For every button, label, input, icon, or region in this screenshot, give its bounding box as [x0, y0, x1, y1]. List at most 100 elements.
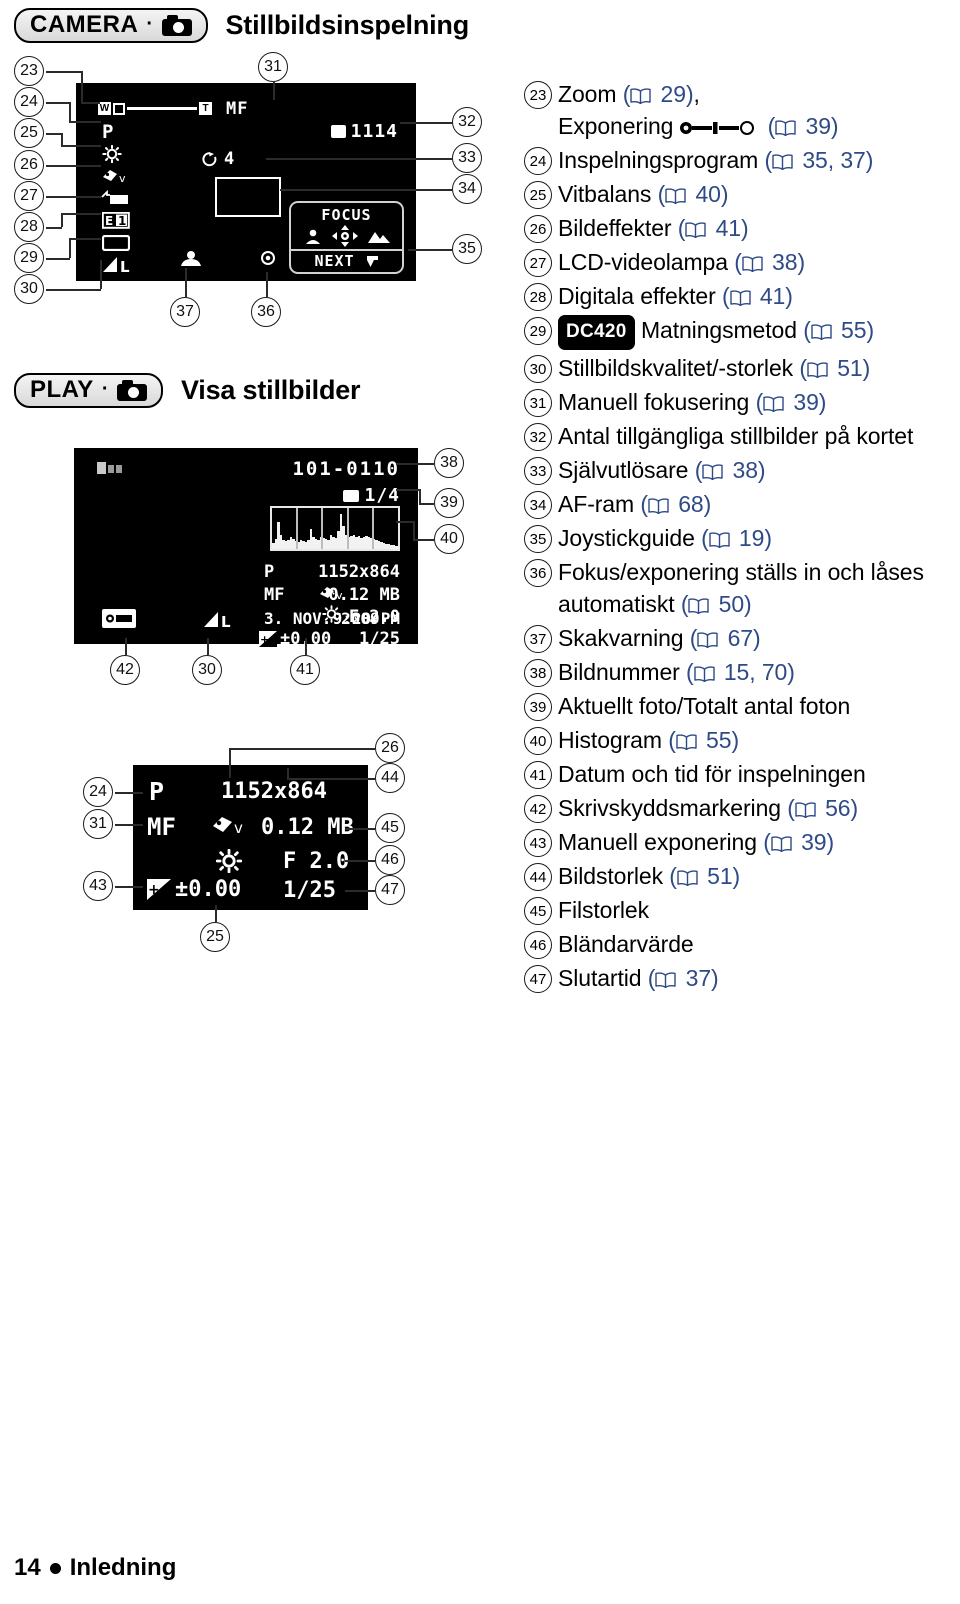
svg-text:E: E — [105, 214, 113, 228]
detail-exposure-comp-indicator: + ±0.00 — [147, 877, 241, 902]
legend-item-text: Bländarvärde — [558, 928, 694, 960]
legend-item-text: Självutlösare ( 38) — [558, 454, 766, 486]
manual-book-icon — [648, 490, 669, 515]
legend-item-label: Bländarvärde — [558, 931, 694, 957]
marker-24: 24 — [14, 87, 44, 117]
legend-item-text: AF-ram ( 68) — [558, 488, 711, 520]
svg-text:v: v — [119, 172, 126, 185]
badge-separator-dot: · — [146, 13, 154, 35]
legend-item-label: Joystickguide — [558, 525, 695, 551]
legend-item: 34 AF-ram ( 68) — [524, 488, 954, 520]
legend-item: 31 Manuell fokusering ( 39) — [524, 386, 954, 418]
legend-item: 43 Manuell exponering ( 39) — [524, 826, 954, 858]
image-number: 101-0110 — [292, 458, 400, 480]
legend-item-label: Skakvarning — [558, 625, 684, 651]
legend-item-text: Vitbalans ( 40) — [558, 178, 729, 210]
white-balance-icon — [102, 145, 122, 163]
manual-book-icon — [742, 248, 763, 273]
svg-text:L: L — [221, 613, 231, 629]
page-reference: ( 38) — [694, 457, 766, 483]
playback-shutter: 1/25 — [359, 629, 400, 649]
marker-23: 23 — [14, 56, 44, 86]
legend-item-label: Vitbalans — [558, 181, 652, 207]
legend-item: 30 Stillbildskvalitet/-storlek ( 51) — [524, 352, 954, 384]
page-reference: ( 35, 37) — [764, 147, 874, 173]
manual-book-icon — [676, 726, 697, 751]
detail-image-effect-icon: v — [213, 817, 243, 837]
histogram-division — [349, 508, 375, 549]
footer-chapter-label: Inledning — [69, 1554, 177, 1581]
legend-item: 25 Vitbalans ( 40) — [524, 178, 954, 210]
playback-quality-icon: L — [204, 612, 231, 629]
remaining-stills-indicator: 1114 — [330, 121, 398, 142]
legend-item-text: Aktuellt foto/Totalt antal foton — [558, 690, 850, 722]
page-reference: ( 40) — [657, 181, 729, 207]
play-mode-badge: PLAY · — [14, 373, 163, 408]
manual-book-icon — [685, 214, 707, 239]
legend-item: 38 Bildnummer ( 15, 70) — [524, 656, 954, 688]
memory-card-icon — [330, 125, 346, 138]
legend-item-text: Slutartid ( 37) — [558, 962, 719, 994]
marker-46: 46 — [375, 845, 405, 875]
legend-item-number: 29 — [524, 317, 552, 345]
marker-47: 47 — [375, 875, 405, 905]
legend-item: 47 Slutartid ( 37) — [524, 962, 954, 994]
legend-item-label: Antal tillgängliga stillbilder på kortet — [558, 423, 914, 449]
page-reference: ( 56) — [787, 794, 859, 821]
still-image-quality-icon: L — [103, 257, 130, 274]
legend-item-label: Inspelningsprogram — [558, 147, 759, 173]
legend-item-number: 27 — [524, 249, 552, 277]
legend-item: 36 Fokus/exponering ställs in och låses au… — [524, 556, 954, 620]
legend-item-label: Bildnummer — [558, 659, 680, 685]
legend-item-number: 34 — [524, 491, 552, 519]
marker-43: 43 — [83, 871, 113, 901]
legend-item-text: Zoom ( 29), Exponering ( 39) — [558, 81, 839, 139]
legend-item-label: Bildeffekter — [558, 215, 672, 241]
photo-index-indicator: 1/4 — [343, 485, 400, 506]
joystick-guide: FOCUS NEXT — [289, 201, 404, 274]
joystick-focus-label: FOCUS — [321, 206, 372, 224]
marker-42: 42 — [110, 655, 140, 685]
marker-31: 31 — [258, 52, 288, 82]
detail-image-size: 1152x864 — [221, 779, 327, 804]
legend-item-label: Matningsmetod — [640, 317, 797, 343]
legend-item-label: Filstorlek — [558, 897, 650, 923]
remaining-stills-count: 1114 — [350, 121, 398, 142]
legend-item-number: 38 — [524, 659, 552, 687]
legend-item-number: 33 — [524, 457, 552, 485]
page-number: 14 — [14, 1554, 41, 1581]
legend-item-label: Digitala effekter — [558, 283, 716, 309]
manual-book-icon — [795, 794, 816, 819]
legend-item-text: Histogram ( 55) — [558, 724, 739, 756]
joystick-guide-focus-row: FOCUS — [289, 201, 404, 249]
detail-white-balance-icon — [216, 849, 242, 873]
exposure-slider-icon — [679, 111, 755, 135]
legend-item-number: 44 — [524, 863, 552, 891]
legend-item-number: 41 — [524, 761, 552, 789]
camera-section-title: Stillbildsinspelning — [225, 10, 470, 40]
legend-item-label: Datum och tid för inspelningen — [558, 761, 866, 787]
page-reference: ( 51) — [669, 863, 741, 889]
manual-book-icon — [697, 624, 719, 649]
legend-item: 32 Antal tillgängliga stillbilder på kort… — [524, 420, 954, 452]
marker-40: 40 — [434, 524, 464, 554]
page-reference: ( 29) — [622, 81, 694, 107]
legend-item: 24 Inspelningsprogram ( 35, 37) — [524, 144, 954, 176]
legend-item-label: Histogram — [558, 727, 662, 753]
svg-text:v: v — [234, 819, 243, 837]
manual-book-icon — [655, 964, 677, 989]
legend-item-text: Stillbildskvalitet/-storlek ( 51) — [558, 352, 870, 384]
play-section-title: Visa stillbilder — [180, 375, 361, 405]
legend-item: 33 Självutlösare ( 38) — [524, 454, 954, 486]
marker-26: 26 — [375, 733, 405, 763]
legend-item: 29 DC420 Matningsmetod ( 55) — [524, 314, 954, 350]
manual-book-icon — [688, 590, 710, 615]
legend-item-number: 43 — [524, 829, 552, 857]
legend-item-text: Datum och tid för inspelningen — [558, 758, 866, 790]
legend-item-text: Bildstorlek ( 51) — [558, 860, 740, 892]
marker-25: 25 — [200, 922, 230, 952]
exposure-compensation-icon: + — [147, 879, 171, 900]
marker-36: 36 — [251, 297, 281, 327]
legend-item-number: 30 — [524, 355, 552, 383]
legend-item-number: 31 — [524, 389, 552, 417]
